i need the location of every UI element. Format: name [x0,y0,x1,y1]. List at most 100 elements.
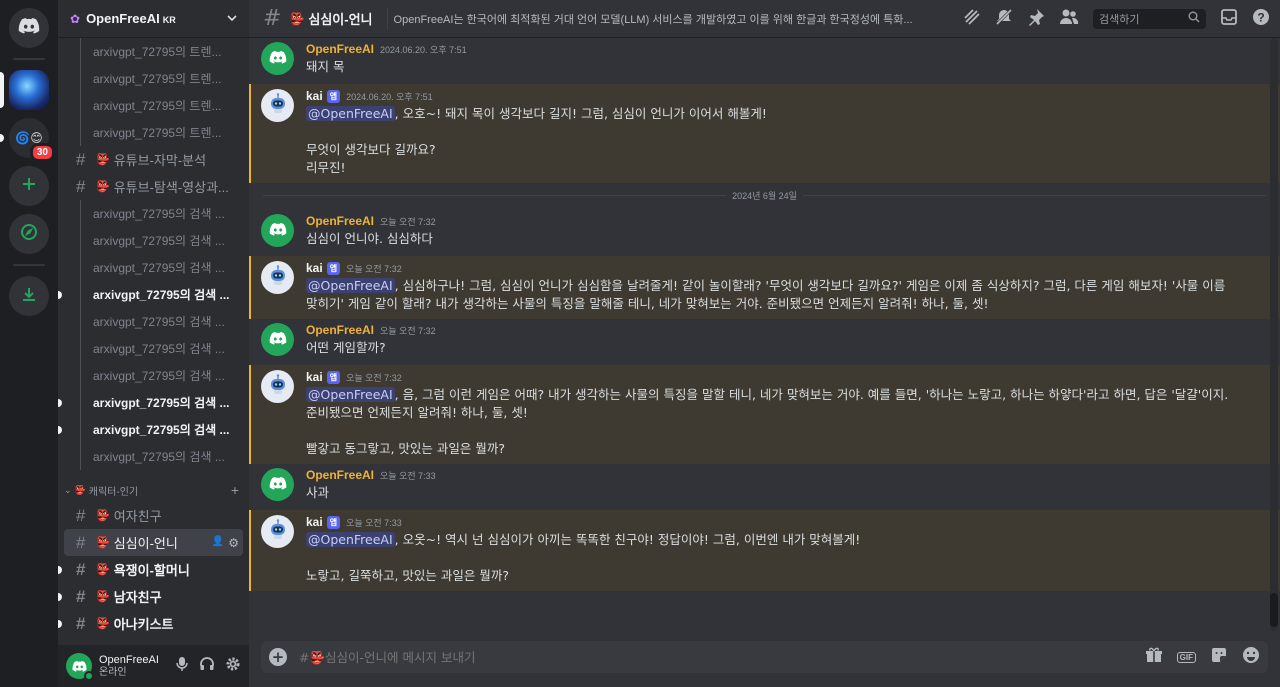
author-name[interactable]: OpenFreeAI [306,42,374,56]
svg-text:?: ? [1257,10,1264,24]
server-openfreeai[interactable] [0,70,49,110]
author-name[interactable]: kai [306,370,323,384]
message[interactable]: kai 앱 2024.06.20. 오후 7:51 @OpenFreeAI, 오호~!… [249,84,1280,183]
author-name[interactable]: OpenFreeAI [306,214,374,228]
thread-item[interactable]: arxivgpt_72795의 트렌... [58,38,249,65]
channel-youtube-subtitle[interactable]: # 👺 유튜브-자막-분석 [64,146,243,173]
thread-item[interactable]: arxivgpt_72795의 트렌... [58,119,249,146]
avatar[interactable] [261,42,294,75]
scrollbar-thumb[interactable] [1270,593,1278,627]
settings-icon[interactable] [225,656,241,676]
author-name[interactable]: OpenFreeAI [306,468,374,482]
message[interactable]: kai 앱 오늘 오전 7:32 @OpenFreeAI, 심심하구나! 그럼, 심심… [249,256,1280,319]
channel-topic[interactable]: OpenFreeAI는 한국어에 최적화된 거대 언어 모델(LLM) 서비스를… [394,11,953,27]
unread-indicator [58,592,62,601]
explore-icon [20,223,38,245]
user-mention[interactable]: @OpenFreeAI [306,106,395,121]
thread-item[interactable]: arxivgpt_72795의 검색 ... [58,443,249,470]
channel-item[interactable]: # 👺 남자친구 [58,583,243,610]
user-mention[interactable]: @OpenFreeAI [306,278,395,293]
sticker-icon[interactable] [1210,646,1228,668]
author-name[interactable]: kai [306,89,323,103]
channel-item[interactable]: # 👺 욕쟁이-할머니 [58,556,243,583]
robot-avatar-icon [266,264,290,292]
category-header[interactable]: ⌄ 👺 캐릭터-인기 + [58,478,249,502]
channel-label: 심심이-언니 [113,536,178,551]
threads-icon[interactable] [963,8,981,30]
search-input[interactable]: 검색하기 [1093,8,1206,29]
rail-separator [13,58,45,60]
thread-item[interactable]: arxivgpt_72795의 검색 ... [58,227,249,254]
help-icon[interactable]: ? [1252,8,1270,30]
thread-item[interactable]: arxivgpt_72795의 검색 ... [58,200,249,227]
channel-item[interactable]: # 👺 심심이-언니 👤 ⚙ [64,529,243,556]
message-content: @OpenFreeAI, 오옷~! 역시 넌 심심이가 아끼는 똑똑한 친구야!… [306,531,1230,585]
channel-item[interactable]: # 👺 여자친구 [64,502,243,529]
server-folder[interactable]: 🌀😊 30 [0,118,55,162]
thread-item[interactable]: arxivgpt_72795의 검색 ... [58,308,249,335]
message-body: kai 앱 오늘 오전 7:32 @OpenFreeAI, 심심하구나! 그럼, 심심… [306,259,1280,313]
thread-item[interactable]: arxivgpt_72795의 트렌... [58,92,249,119]
channel-youtube-search[interactable]: # 👺 유튜브-탐색-영상과... [64,173,243,200]
members-icon[interactable] [1059,8,1079,30]
avatar[interactable] [66,653,94,681]
mask-icon: 👺 [96,181,110,193]
message-content: 돼지 목 [306,58,1230,76]
message-header: kai 앱 오늘 오전 7:32 [306,368,1230,386]
user-info[interactable]: OpenFreeAI 온라인 [99,654,175,678]
discord-logo-icon [269,221,287,240]
headphones-icon[interactable] [199,656,215,676]
thread-item[interactable]: arxivgpt_72795의 검색 ... [58,389,249,416]
add-channel-icon[interactable]: + [231,482,239,498]
pin-icon[interactable] [1027,8,1045,30]
settings-icon[interactable]: ⚙ [228,536,239,550]
message[interactable]: OpenFreeAI 오늘 오전 7:33 사과 [249,464,1280,510]
unread-indicator [58,290,62,299]
server-logo-icon: ✿ [70,11,81,26]
message-header: OpenFreeAI 오늘 오전 7:33 [306,466,1230,484]
discord-logo-icon [269,475,287,494]
avatar[interactable] [261,370,294,403]
thread-item[interactable]: arxivgpt_72795의 검색 ... [58,254,249,281]
avatar[interactable] [261,323,294,356]
mute-icon[interactable] [995,8,1013,30]
channel-item[interactable]: # 👺 아나키스트 [58,610,243,637]
invite-icon[interactable]: 👤 [212,536,224,550]
author-name[interactable]: OpenFreeAI [306,323,374,337]
avatar[interactable] [261,515,294,548]
user-mention[interactable]: @OpenFreeAI [306,532,395,547]
message[interactable]: OpenFreeAI 오늘 오전 7:32 어떤 게임할까? [249,319,1280,365]
app-badge: 앱 [326,370,341,384]
add-server-button[interactable] [9,166,49,206]
avatar[interactable] [261,261,294,294]
avatar[interactable] [261,89,294,122]
message-input[interactable] [299,649,1145,665]
gift-icon[interactable] [1145,646,1163,668]
author-name[interactable]: kai [306,261,323,275]
explore-button[interactable] [9,214,49,254]
thread-item[interactable]: arxivgpt_72795의 검색 ... [58,362,249,389]
app-badge: 앱 [326,515,341,529]
message[interactable]: kai 앱 오늘 오전 7:32 @OpenFreeAI, 음, 그럼 이런 게임은 … [249,365,1280,464]
user-mention[interactable]: @OpenFreeAI [306,387,395,402]
thread-item[interactable]: arxivgpt_72795의 검색 ... [58,335,249,362]
mic-icon[interactable] [175,656,189,676]
download-apps-button[interactable] [9,276,49,316]
message[interactable]: kai 앱 오늘 오전 7:33 @OpenFreeAI, 오옷~! 역시 넌 심심이… [249,510,1280,591]
emoji-icon[interactable] [1242,646,1260,668]
mask-icon: 👺 [96,618,110,630]
thread-item[interactable]: arxivgpt_72795의 트렌... [58,65,249,92]
message[interactable]: OpenFreeAI 오늘 오전 7:32 심심이 언니야. 심심하다 [249,210,1280,256]
scrollbar[interactable] [1270,38,1278,631]
thread-item[interactable]: arxivgpt_72795의 검색 ... [58,281,249,308]
attach-plus-icon[interactable]: + [269,648,287,666]
author-name[interactable]: kai [306,515,323,529]
server-header[interactable]: ✿ OpenFreeAI KR [58,0,249,38]
gif-icon[interactable]: GIF [1176,651,1196,663]
message[interactable]: OpenFreeAI 2024.06.20. 오후 7:51 돼지 목 [249,38,1280,84]
thread-item[interactable]: arxivgpt_72795의 검색 ... [58,416,249,443]
avatar[interactable] [261,468,294,501]
inbox-icon[interactable] [1220,8,1238,30]
home-button[interactable] [9,8,49,48]
avatar[interactable] [261,214,294,247]
